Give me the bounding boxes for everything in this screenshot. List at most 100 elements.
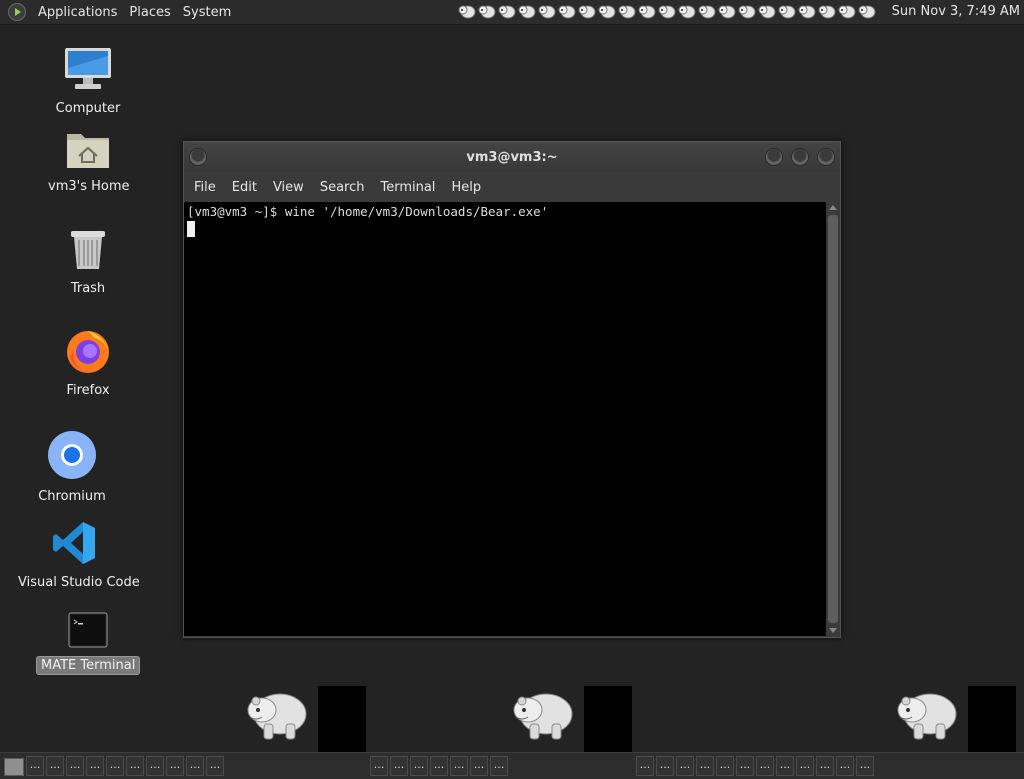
taskbar-button[interactable]: ... [430, 756, 448, 776]
taskbar-button[interactable]: ... [186, 756, 204, 776]
taskbar-button[interactable]: ... [636, 756, 654, 776]
menu-edit[interactable]: Edit [224, 180, 265, 195]
desktop-icon-label: Computer [55, 101, 121, 116]
taskbar-button[interactable]: ... [146, 756, 164, 776]
wine-bear-tray-icon[interactable] [758, 2, 776, 20]
taskbar-button[interactable]: ... [836, 756, 854, 776]
wine-bear-tray-icon[interactable] [478, 2, 496, 20]
menu-help[interactable]: Help [443, 180, 489, 195]
taskbar-button[interactable]: ... [696, 756, 714, 776]
taskbar-button[interactable]: ... [816, 756, 834, 776]
taskbar-button[interactable]: ... [46, 756, 64, 776]
taskbar-button[interactable]: ... [450, 756, 468, 776]
scroll-up-arrow-icon[interactable] [829, 205, 837, 210]
wine-bear-tray-icon[interactable] [598, 2, 616, 20]
taskbar-button[interactable]: ... [756, 756, 774, 776]
polar-bear-icon[interactable] [510, 684, 576, 744]
desktop-icon-label: MATE Terminal [36, 656, 140, 675]
terminal-window[interactable]: vm3@vm3:~ File Edit View Search Terminal… [183, 141, 841, 638]
computer-icon [65, 48, 111, 89]
wine-bear-tray-icon[interactable] [778, 2, 796, 20]
text-cursor [187, 221, 195, 237]
window-title: vm3@vm3:~ [466, 150, 558, 165]
desktop-icon-label: Trash [70, 281, 106, 296]
menu-terminal[interactable]: Terminal [372, 180, 443, 195]
wine-bear-tray-icon[interactable] [858, 2, 876, 20]
close-button[interactable] [817, 148, 835, 166]
taskbar-button[interactable]: ... [410, 756, 428, 776]
applications-menu[interactable]: Applications [32, 5, 123, 20]
desktop-icon-label: Visual Studio Code [18, 575, 140, 590]
top-panel: Applications Places System Sun Nov 3, 7:… [0, 0, 1024, 25]
wine-bear-tray-icon[interactable] [638, 2, 656, 20]
maximize-button[interactable] [791, 148, 809, 166]
trash-icon [71, 231, 105, 269]
menu-search[interactable]: Search [312, 180, 373, 195]
desktop-icon-label: Chromium [38, 489, 106, 504]
firefox-icon [67, 331, 109, 373]
bear-window-shadow [318, 686, 366, 752]
wine-bear-tray-icon[interactable] [818, 2, 836, 20]
wine-bear-tray-icon[interactable] [678, 2, 696, 20]
wine-bear-tray-icon[interactable] [698, 2, 716, 20]
taskbar-button[interactable]: ... [856, 756, 874, 776]
desktop-icon-trash[interactable]: Trash [44, 228, 132, 297]
home-folder-icon [67, 134, 109, 168]
taskbar-button[interactable]: ... [206, 756, 224, 776]
desktop-icon-label: vm3's Home [48, 179, 130, 194]
taskbar-button[interactable]: ... [656, 756, 674, 776]
desktop-icon-home[interactable]: vm3's Home [44, 128, 132, 195]
menu-view[interactable]: View [265, 180, 312, 195]
minimize-button[interactable] [765, 148, 783, 166]
polar-bear-icon[interactable] [894, 684, 960, 744]
bear-window-shadow [584, 686, 632, 752]
mate-menu-icon[interactable] [8, 3, 26, 21]
wine-bear-tray-icon[interactable] [518, 2, 536, 20]
desktop-icon-chromium[interactable]: Chromium [28, 430, 116, 505]
taskbar-button[interactable]: ... [676, 756, 694, 776]
terminal-output[interactable]: [vm3@vm3 ~]$ wine '/home/vm3/Downloads/B… [184, 202, 826, 636]
window-titlebar[interactable]: vm3@vm3:~ [184, 142, 840, 172]
taskbar-button[interactable]: ... [390, 756, 408, 776]
polar-bear-icon[interactable] [244, 684, 310, 744]
wine-bear-tray-icon[interactable] [718, 2, 736, 20]
taskbar-button[interactable]: ... [776, 756, 794, 776]
desktop-icon-computer[interactable]: Computer [44, 46, 132, 117]
wine-bear-tray-icon[interactable] [838, 2, 856, 20]
taskbar-button[interactable]: ... [126, 756, 144, 776]
system-menu[interactable]: System [177, 5, 237, 20]
scrollbar[interactable] [826, 202, 840, 636]
wine-bear-tray-icon[interactable] [578, 2, 596, 20]
wine-bear-tray-icon[interactable] [618, 2, 636, 20]
desktop-icon-vscode[interactable]: Visual Studio Code [14, 520, 140, 591]
wine-bear-tray-icon[interactable] [538, 2, 556, 20]
taskbar-button[interactable]: ... [716, 756, 734, 776]
bottom-panel: ........................................… [0, 752, 1024, 779]
scrollbar-thumb[interactable] [828, 215, 838, 623]
taskbar-button[interactable]: ... [736, 756, 754, 776]
wine-bear-tray-icon[interactable] [658, 2, 676, 20]
clock[interactable]: Sun Nov 3, 7:49 AM [892, 4, 1020, 19]
wine-bear-tray-icon[interactable] [558, 2, 576, 20]
bear-window-shadow [968, 686, 1016, 752]
wine-bear-tray-icon[interactable] [498, 2, 516, 20]
menu-file[interactable]: File [186, 180, 224, 195]
taskbar-button[interactable]: ... [86, 756, 104, 776]
desktop-icon-mate-terminal[interactable]: MATE Terminal [36, 612, 140, 675]
taskbar-button[interactable]: ... [106, 756, 124, 776]
taskbar-button[interactable]: ... [490, 756, 508, 776]
wine-bear-tray-icon[interactable] [738, 2, 756, 20]
scroll-down-arrow-icon[interactable] [829, 628, 837, 633]
command-line: [vm3@vm3 ~]$ wine '/home/vm3/Downloads/B… [187, 204, 549, 219]
taskbar-button[interactable]: ... [796, 756, 814, 776]
places-menu[interactable]: Places [123, 5, 176, 20]
taskbar-button[interactable]: ... [166, 756, 184, 776]
show-desktop-icon[interactable] [4, 758, 24, 776]
taskbar-button[interactable]: ... [370, 756, 388, 776]
taskbar-button[interactable]: ... [26, 756, 44, 776]
wine-bear-tray-icon[interactable] [798, 2, 816, 20]
desktop-icon-firefox[interactable]: Firefox [44, 326, 132, 399]
taskbar-button[interactable]: ... [66, 756, 84, 776]
taskbar-button[interactable]: ... [470, 756, 488, 776]
wine-bear-tray-icon[interactable] [458, 2, 476, 20]
